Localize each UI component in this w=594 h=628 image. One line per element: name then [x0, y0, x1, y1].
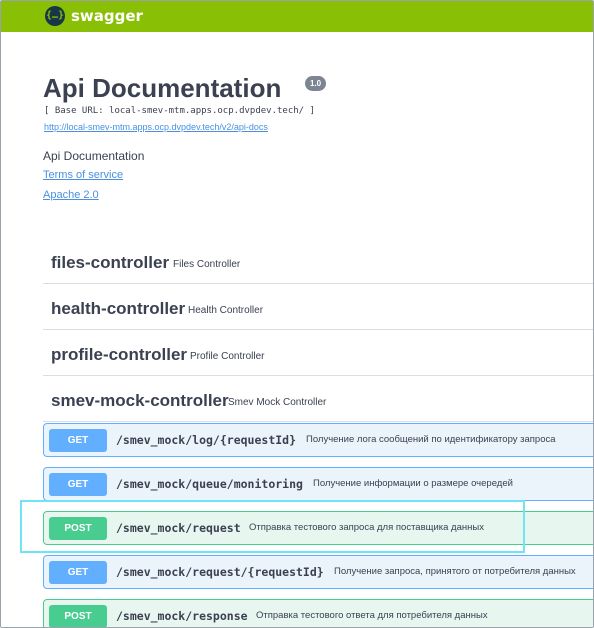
operation-summary: Получение запроса, принятого от потребит… — [334, 566, 576, 577]
operation-summary: Отправка тестового ответа для потребител… — [256, 610, 488, 621]
operation-path: /smev_mock/request/{requestId} — [116, 565, 324, 579]
swagger-ui-page: {…} swagger Api Documentation 1.0 [ Base… — [0, 0, 594, 628]
tag-name: profile-controller — [51, 345, 188, 364]
top-bar: {…} swagger — [1, 1, 593, 32]
brand-name[interactable]: swagger — [71, 6, 143, 26]
page-title: Api Documentation — [43, 73, 282, 103]
selection-highlight — [20, 500, 525, 553]
operation-get-queue-monitoring[interactable]: GET /smev_mock/queue/monitoring Получени… — [43, 467, 593, 501]
operation-get-log[interactable]: GET /smev_mock/log/{requestId} Получение… — [43, 423, 593, 457]
tag-name: health-controller — [51, 299, 186, 318]
method-badge: POST — [49, 605, 107, 627]
tag-description: Files Controller — [173, 259, 241, 270]
tag-profile-controller[interactable]: profile-controller Profile Controller — [43, 331, 593, 376]
tag-smev-mock-controller[interactable]: smev-mock-controller Smev Mock Controlle… — [43, 377, 593, 422]
api-docs-link[interactable]: http://local-smev-mtm.apps.ocp.dvpdev.te… — [44, 122, 268, 132]
swagger-logo-icon[interactable]: {…} — [45, 6, 65, 26]
operation-summary: Получение информации о размере очередей — [313, 478, 513, 489]
license-link[interactable]: Apache 2.0 — [43, 189, 99, 201]
tag-description: Smev Mock Controller — [228, 397, 327, 408]
method-badge: GET — [49, 561, 107, 584]
operation-summary: Получение лога сообщений по идентификато… — [306, 434, 556, 445]
tag-description: Health Controller — [188, 305, 264, 316]
operation-path: /smev_mock/log/{requestId} — [116, 433, 297, 447]
version-badge: 1.0 — [305, 76, 327, 91]
operation-get-request-by-id[interactable]: GET /smev_mock/request/{requestId} Получ… — [43, 555, 593, 589]
terms-of-service-link[interactable]: Terms of service — [43, 169, 123, 181]
tag-name: files-controller — [51, 253, 170, 272]
operation-path: /smev_mock/response — [116, 609, 248, 623]
tag-description: Profile Controller — [190, 351, 265, 362]
base-url: [ Base URL: local-smev-mtm.apps.ocp.dvpd… — [44, 106, 315, 116]
operation-path: /smev_mock/queue/monitoring — [116, 477, 303, 491]
tag-health-controller[interactable]: health-controller Health Controller — [43, 285, 593, 330]
api-description: Api Documentation — [43, 149, 145, 163]
method-badge: GET — [49, 473, 107, 496]
tag-files-controller[interactable]: files-controller Files Controller — [43, 239, 593, 284]
method-badge: GET — [49, 429, 107, 452]
tag-name: smev-mock-controller — [51, 391, 229, 410]
operation-post-response[interactable]: POST /smev_mock/response Отправка тестов… — [43, 599, 593, 627]
